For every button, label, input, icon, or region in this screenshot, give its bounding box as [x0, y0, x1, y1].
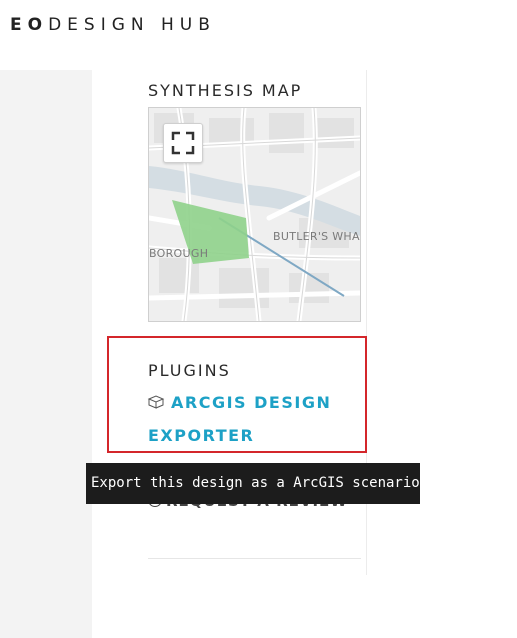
tooltip-text: Export this design as a ArcGIS scenario [91, 475, 420, 491]
brand-logo[interactable]: EODESIGN HUB [10, 15, 216, 35]
plugins-title: PLUGINS [148, 361, 231, 380]
fullscreen-icon [171, 131, 195, 155]
cube-icon [147, 395, 165, 409]
brand-bold: EO [10, 15, 49, 35]
tooltip: Export this design as a ArcGIS scenario [86, 463, 420, 504]
arcgis-exporter-link-line2[interactable]: EXPORTER [148, 426, 254, 445]
fullscreen-button[interactable] [163, 123, 203, 163]
map-label-butlers: BUTLER'S WHAR [273, 230, 361, 243]
left-panel [0, 70, 92, 638]
map-label-borough: BOROUGH [149, 247, 209, 260]
brand-light: DESIGN HUB [48, 15, 216, 35]
page: EODESIGN HUB SYNTHESIS MAP BUTLER'S WHAR… [0, 0, 517, 638]
arcgis-exporter-link-line1[interactable]: ARCGIS DESIGN [171, 393, 331, 412]
synthesis-map-title: SYNTHESIS MAP [148, 81, 303, 100]
synthesis-map[interactable]: BUTLER'S WHAR BOROUGH [148, 107, 361, 322]
divider [148, 558, 361, 559]
